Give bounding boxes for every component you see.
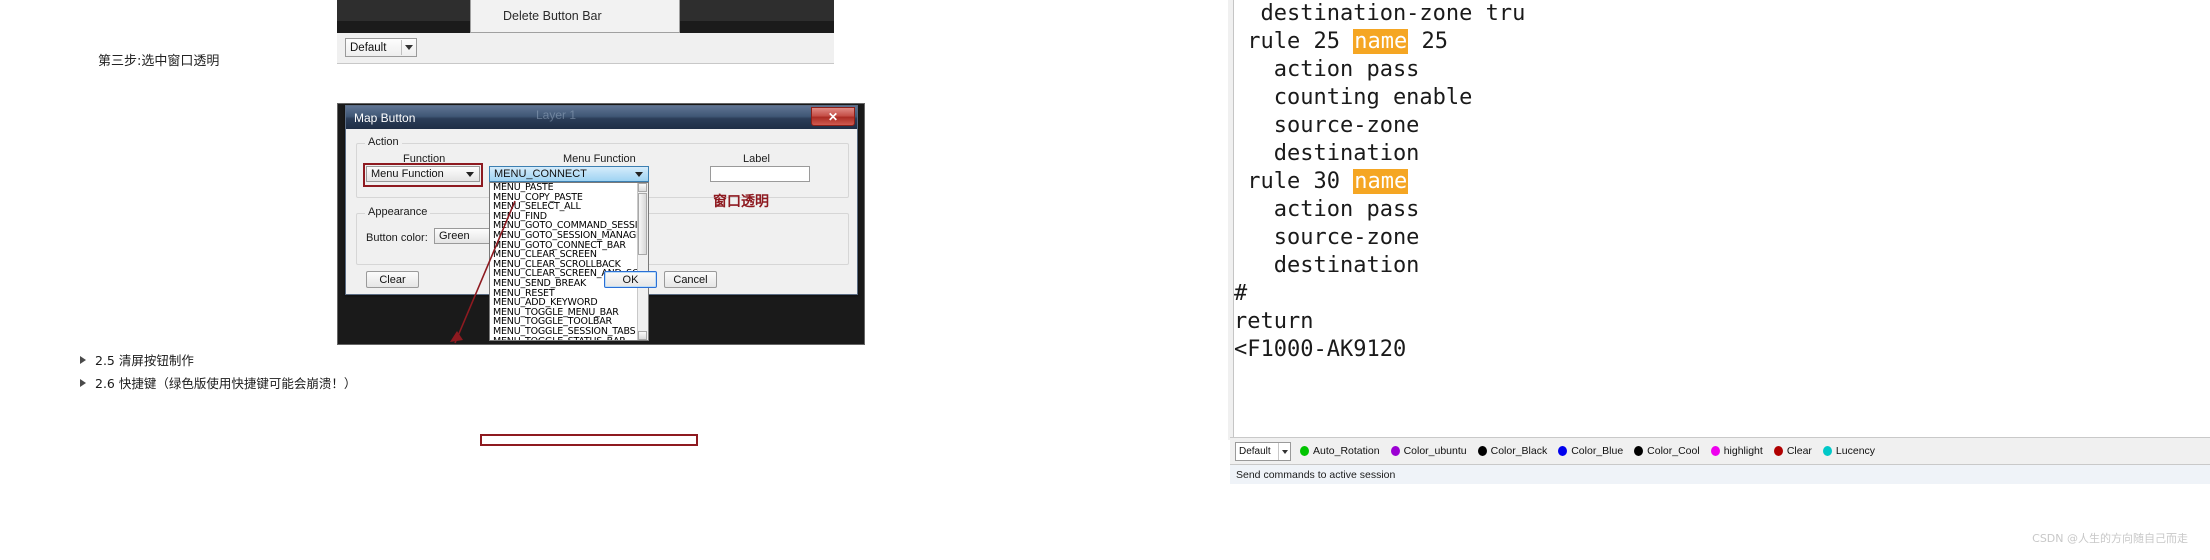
button-bar-button[interactable]: Color_Black — [1477, 445, 1548, 457]
terminal-line: # — [1234, 281, 1248, 306]
button-bar-button-label: Color_ubuntu — [1403, 445, 1467, 457]
chevron-down-icon — [1282, 449, 1288, 454]
appearance-group-label: Appearance — [365, 206, 431, 218]
function-combo[interactable]: Menu Function — [366, 166, 480, 182]
clear-button[interactable]: Clear — [366, 271, 419, 288]
dialog-body: Action Function Menu Function Label Menu… — [346, 129, 857, 341]
context-menu-item-label: Delete Button Bar — [503, 9, 602, 23]
terminal-line: source-zone — [1234, 113, 1420, 138]
combo-separator — [401, 40, 402, 55]
status-bar-text: Send commands to active session — [1236, 468, 1396, 481]
button-bar-button-label: Auto_Rotation — [1313, 445, 1380, 457]
button-bar-button-label: Clear — [1786, 445, 1812, 457]
button-color-label: Button color: — [366, 232, 428, 244]
terminal-line: action pass — [1234, 197, 1420, 222]
button-bar-button[interactable]: Auto_Rotation — [1300, 445, 1380, 457]
close-icon[interactable]: ✕ — [811, 107, 855, 126]
status-bar: Send commands to active session — [1230, 464, 2210, 484]
watermark-text: CSDN @人生的方向随自己而走 — [2032, 532, 2188, 545]
dialog-titlebar: Map Button Layer 1 ✕ — [346, 106, 857, 129]
context-menu-delete-button-bar[interactable]: Delete Button Bar — [470, 0, 680, 33]
button-bar-button[interactable]: highlight — [1710, 445, 1763, 457]
button-bar-button[interactable]: Color_Cool — [1634, 445, 1700, 457]
button-bar-button-label: Color_Black — [1490, 445, 1548, 457]
button-color-dot-icon — [1390, 446, 1400, 456]
scroll-up-icon[interactable] — [638, 183, 647, 192]
terminal-line: source-zone — [1234, 225, 1420, 250]
bottom-white-area — [1230, 484, 2210, 560]
button-bar-button[interactable]: Clear — [1773, 445, 1812, 457]
top-default-session-combo[interactable]: Default — [345, 38, 417, 57]
highlighted-token: name — [1353, 169, 1409, 194]
cancel-button[interactable]: Cancel — [664, 271, 717, 288]
button-color-combo[interactable]: Green — [434, 228, 494, 244]
button-bar-button-label: highlight — [1723, 445, 1763, 457]
toc-item-2-5[interactable]: 2.5 清屏按钮制作 — [80, 350, 194, 369]
toc-item-2-5-label: 2.5 清屏按钮制作 — [95, 353, 194, 368]
combo-separator — [1278, 442, 1279, 460]
function-combo-value: Menu Function — [371, 168, 444, 180]
terminal-line: rule 25 name 25 — [1234, 29, 1448, 54]
menu-function-label: Menu Function — [563, 153, 636, 165]
button-color-dot-icon — [1477, 446, 1487, 456]
toc-item-2-6-label: 2.6 快捷键（绿色版使用快捷键可能会崩溃！） — [95, 376, 357, 391]
screenshot-root: 第三步:选中窗口透明 Delete Button Bar Default Map… — [0, 0, 2210, 560]
button-bar-button-label: Lucency — [1835, 445, 1876, 457]
chevron-down-icon — [405, 45, 413, 50]
terminal-line: destination — [1234, 141, 1420, 166]
dialog-ghost-title: Layer 1 — [536, 108, 577, 122]
session-button-bar: Default Auto_Rotation Color_ubuntu Color_B… — [1230, 437, 2210, 464]
terminal-line: destination — [1234, 253, 1420, 278]
selected-item-highlight-box — [480, 434, 698, 446]
annotation-window-transparency: 窗口透明 — [713, 194, 769, 210]
dropdown-item[interactable]: MENU_TOGGLE_STATUS_BAR — [490, 336, 648, 340]
terminal-line: destination-zone tru — [1234, 1, 1526, 26]
terminal-line: action pass — [1234, 57, 1420, 82]
session-select-value: Default — [1239, 445, 1271, 457]
action-group-label: Action — [365, 136, 402, 148]
step-note-text: 第三步:选中窗口透明 — [98, 54, 220, 69]
menu-function-dropdown-list[interactable]: MENU_PASTE MENU_COPY_PASTE MENU_SELECT_ALL… — [489, 182, 649, 341]
button-bar-button[interactable]: Lucency — [1822, 445, 1876, 457]
button-bar-button[interactable]: Color_ubuntu — [1390, 445, 1467, 457]
terminal-line: <F1000-AK9120 — [1234, 337, 1407, 362]
button-color-dot-icon — [1300, 446, 1309, 456]
button-color-value: Green — [439, 230, 470, 242]
highlighted-token: name — [1353, 29, 1409, 54]
top-default-session-value: Default — [350, 41, 387, 54]
session-select-combo[interactable]: Default — [1235, 441, 1291, 461]
map-button-dialog-win7: Map Button Layer 1 ✕ Action Function Men… — [345, 105, 858, 341]
ok-button[interactable]: OK — [604, 271, 657, 288]
expand-triangle-icon — [80, 355, 86, 364]
left-document-pane: 第三步:选中窗口透明 Delete Button Bar Default Map… — [0, 0, 1228, 560]
scroll-down-icon[interactable] — [638, 331, 647, 340]
scroll-thumb[interactable] — [638, 193, 647, 255]
dropdown-items: MENU_PASTE MENU_COPY_PASTE MENU_SELECT_ALL… — [490, 183, 648, 340]
button-color-dot-icon — [1710, 446, 1720, 456]
button-bar-items: Auto_Rotation Color_ubuntu Color_Black Colo… — [1300, 445, 1886, 457]
terminal-line: rule 30 name — [1234, 169, 1409, 194]
label-label: Label — [743, 153, 770, 165]
button-bar-button-label: Color_Cool — [1647, 445, 1700, 457]
button-bar-button[interactable]: Color_Blue — [1558, 445, 1623, 457]
button-bar-button-label: Color_Blue — [1571, 445, 1624, 457]
terminal-line: counting enable — [1234, 85, 1473, 110]
button-color-dot-icon — [1558, 446, 1568, 456]
label-input[interactable] — [710, 166, 810, 182]
button-color-dot-icon — [1634, 446, 1644, 456]
button-color-dot-icon — [1773, 446, 1783, 456]
button-color-dot-icon — [1822, 446, 1832, 456]
dropdown-scrollbar[interactable] — [637, 183, 648, 340]
terminal-line: return — [1234, 309, 1314, 334]
menu-function-combo[interactable]: MENU_CONNECT — [489, 166, 649, 182]
chevron-down-icon — [635, 172, 643, 177]
menu-function-combo-value: MENU_CONNECT — [494, 168, 587, 180]
terminal-lines: destination-zone tru rule 25 name 25 act… — [1234, 0, 2210, 364]
dialog-title: Map Button — [354, 110, 416, 125]
expand-triangle-icon — [80, 378, 86, 387]
chevron-down-icon — [466, 172, 474, 177]
toc-item-2-6[interactable]: 2.6 快捷键（绿色版使用快捷键可能会崩溃！） — [80, 373, 356, 392]
terminal-output[interactable]: destination-zone tru rule 25 name 25 act… — [1234, 0, 2210, 430]
